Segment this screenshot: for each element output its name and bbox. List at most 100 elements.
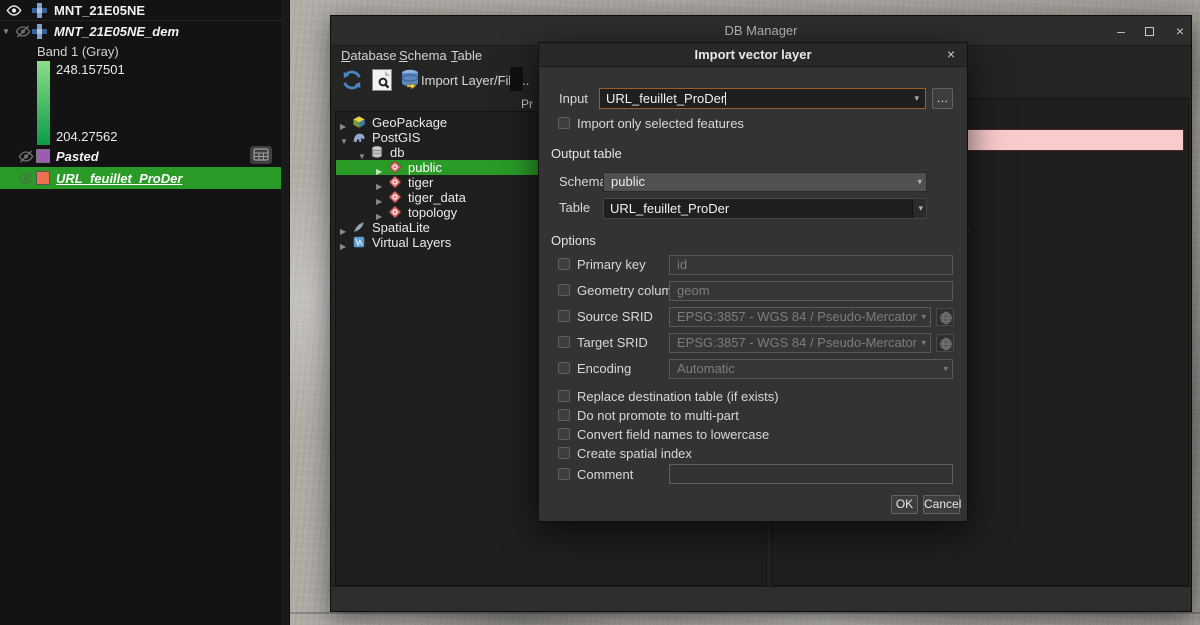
- input-value: URL_feuillet_ProDer: [606, 91, 725, 106]
- combo-arrow-icon: ▾: [921, 334, 926, 352]
- edit-grid-icon[interactable]: [250, 146, 272, 164]
- eye-hidden-icon[interactable]: [18, 171, 34, 189]
- menu-database[interactable]: Database: [341, 48, 397, 63]
- menu-schema[interactable]: Schema: [399, 48, 447, 63]
- layer-name[interactable]: Pasted: [56, 149, 99, 164]
- tree-label: tiger: [408, 175, 433, 190]
- providers-header-partial: Pr: [521, 97, 533, 111]
- spatial-index-checkbox[interactable]: [558, 447, 570, 459]
- select-crs-button[interactable]: [936, 334, 954, 352]
- encoding-checkbox[interactable]: [558, 362, 570, 374]
- layer-name[interactable]: MNT_21E05NE: [54, 3, 145, 18]
- status-bar: [331, 586, 1191, 611]
- geometry-column-checkbox[interactable]: [558, 284, 570, 296]
- no-multipart-checkbox[interactable]: [558, 409, 570, 421]
- menu-table[interactable]: Table: [451, 48, 482, 63]
- ok-button[interactable]: OK: [891, 495, 918, 514]
- import-layer-icon[interactable]: [400, 68, 420, 95]
- virtual-layers-icon: [352, 235, 366, 249]
- spatial-index-label: Create spatial index: [577, 446, 692, 461]
- expand-arrow-icon[interactable]: ▼: [2, 27, 10, 36]
- panel-edge: [281, 0, 290, 625]
- primary-key-field: id: [669, 255, 953, 275]
- geometry-column-value: geom: [677, 283, 710, 298]
- tree-label: SpatiaLite: [372, 220, 430, 235]
- sql-window-icon[interactable]: [372, 69, 392, 91]
- menu-rest: able: [458, 48, 483, 63]
- combo-arrow-icon[interactable]: ▾: [917, 173, 922, 191]
- dialog-titlebar[interactable]: Import vector layer ×: [539, 43, 967, 67]
- schema-value: public: [611, 174, 645, 189]
- toolbar-partial-button[interactable]: [510, 67, 523, 91]
- import-only-selected-label: Import only selected features: [577, 116, 744, 131]
- primary-key-label: Primary key: [577, 257, 646, 272]
- comment-label: Comment: [577, 467, 633, 482]
- schema-icon: [388, 205, 402, 219]
- layer-name[interactable]: MNT_21E05NE_dem: [54, 24, 179, 39]
- select-crs-button[interactable]: [936, 308, 954, 326]
- database-icon: [370, 145, 384, 159]
- menu-initial: D: [341, 48, 350, 63]
- encoding-value: Automatic: [677, 361, 735, 376]
- geometry-column-field: geom: [669, 281, 953, 301]
- source-srid-value: EPSG:3857 - WGS 84 / Pseudo-Mercator: [677, 309, 917, 324]
- comment-checkbox[interactable]: [558, 468, 570, 480]
- spatialite-icon: [352, 220, 366, 234]
- output-table-heading: Output table: [551, 146, 622, 161]
- eye-hidden-icon[interactable]: [18, 149, 34, 167]
- primary-key-checkbox[interactable]: [558, 258, 570, 270]
- browse-button[interactable]: …: [932, 88, 953, 109]
- menu-initial: S: [399, 48, 408, 63]
- input-combo[interactable]: URL_feuillet_ProDer ▾: [599, 88, 926, 109]
- ramp-max-value: 248.157501: [56, 62, 125, 77]
- lowercase-names-checkbox[interactable]: [558, 428, 570, 440]
- layer-row-mnt-dem[interactable]: ▼ MNT_21E05NE_dem: [0, 21, 281, 42]
- source-srid-combo: EPSG:3857 - WGS 84 / Pseudo-Mercator ▾: [669, 307, 931, 327]
- close-icon[interactable]: ×: [1169, 24, 1191, 40]
- import-vector-layer-dialog: Import vector layer × Input URL_feuillet…: [538, 42, 968, 522]
- raster-layer-icon: [32, 24, 47, 42]
- dialog-close-icon[interactable]: ×: [943, 46, 959, 62]
- source-srid-checkbox[interactable]: [558, 310, 570, 322]
- schema-combo[interactable]: public ▾: [603, 172, 927, 192]
- band-label: Band 1 (Gray): [37, 44, 119, 59]
- tree-label: PostGIS: [372, 130, 420, 145]
- tree-label: public: [408, 160, 442, 175]
- raster-layer-icon: [32, 3, 47, 21]
- layers-panel: MNT_21E05NE ▼ MNT_21E05NE_dem Band 1 (Gr…: [0, 0, 281, 625]
- import-only-selected-checkbox[interactable]: [558, 117, 570, 129]
- options-heading: Options: [551, 233, 596, 248]
- postgis-icon: [352, 130, 366, 144]
- refresh-icon[interactable]: [341, 69, 363, 94]
- tree-label: GeoPackage: [372, 115, 447, 130]
- replace-table-label: Replace destination table (if exists): [577, 389, 779, 404]
- text-caret: [725, 92, 726, 105]
- replace-table-checkbox[interactable]: [558, 390, 570, 402]
- layer-row-url-selected[interactable]: URL_feuillet_ProDer: [0, 167, 281, 189]
- geometry-column-label: Geometry column: [577, 283, 680, 298]
- combo-arrow-icon[interactable]: ▾: [914, 89, 919, 108]
- schema-icon: [388, 160, 402, 174]
- collapsed-arrow-icon[interactable]: ▶: [340, 239, 346, 254]
- eye-hidden-icon[interactable]: [15, 24, 31, 42]
- ramp-min-value: 204.27562: [56, 129, 117, 144]
- schema-icon: [388, 190, 402, 204]
- maximize-icon[interactable]: [1145, 27, 1154, 36]
- input-label: Input: [559, 91, 588, 106]
- combo-arrow-box[interactable]: ▾: [912, 199, 926, 218]
- eye-visible-icon[interactable]: [6, 3, 22, 21]
- primary-key-value: id: [677, 257, 687, 272]
- schema-label: Schema: [559, 174, 607, 189]
- target-srid-combo: EPSG:3857 - WGS 84 / Pseudo-Mercator ▾: [669, 333, 931, 353]
- encoding-label: Encoding: [577, 361, 631, 376]
- layer-row-mnt[interactable]: MNT_21E05NE: [0, 0, 281, 21]
- table-combo[interactable]: URL_feuillet_ProDer ▾: [603, 198, 927, 219]
- layer-row-pasted[interactable]: Pasted: [0, 146, 281, 167]
- layer-name[interactable]: URL_feuillet_ProDer: [56, 171, 182, 186]
- cancel-button[interactable]: Cancel: [923, 495, 960, 514]
- target-srid-checkbox[interactable]: [558, 336, 570, 348]
- tree-label: db: [390, 145, 404, 160]
- comment-field[interactable]: [669, 464, 953, 484]
- minimize-icon[interactable]: –: [1110, 24, 1132, 40]
- encoding-combo: Automatic ▾: [669, 359, 953, 379]
